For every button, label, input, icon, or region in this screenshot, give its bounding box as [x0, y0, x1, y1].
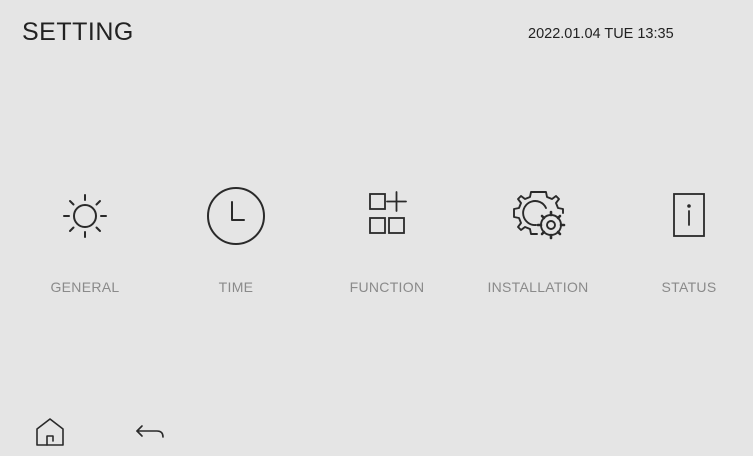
menu-label-status: STATUS	[661, 279, 717, 295]
gears-icon	[502, 180, 574, 252]
menu-item-general[interactable]: GENERAL	[10, 180, 160, 304]
menu-item-installation[interactable]: INSTALLATION	[463, 180, 613, 304]
menu-label-time: TIME	[218, 279, 254, 295]
back-button[interactable]	[130, 412, 170, 452]
sun-icon	[49, 180, 121, 252]
menu-label-general: GENERAL	[50, 279, 120, 295]
menu-item-status[interactable]: STATUS	[614, 180, 753, 304]
menu-item-time[interactable]: TIME	[161, 180, 311, 304]
settings-screen: SETTING 2022.01.04 TUE 13:35 GENERAL TIM…	[0, 0, 753, 456]
menu-item-function[interactable]: FUNCTION	[312, 180, 462, 304]
menu-label-function: FUNCTION	[349, 279, 425, 295]
page-title: SETTING	[22, 18, 134, 46]
menu-label-installation: INSTALLATION	[487, 279, 589, 295]
info-icon	[653, 180, 725, 252]
home-button[interactable]	[30, 412, 70, 452]
clock-icon	[200, 180, 272, 252]
grid-plus-icon	[351, 180, 423, 252]
datetime-display: 2022.01.04 TUE 13:35	[528, 26, 674, 42]
back-arrow-icon	[130, 412, 170, 452]
home-icon	[30, 412, 70, 452]
